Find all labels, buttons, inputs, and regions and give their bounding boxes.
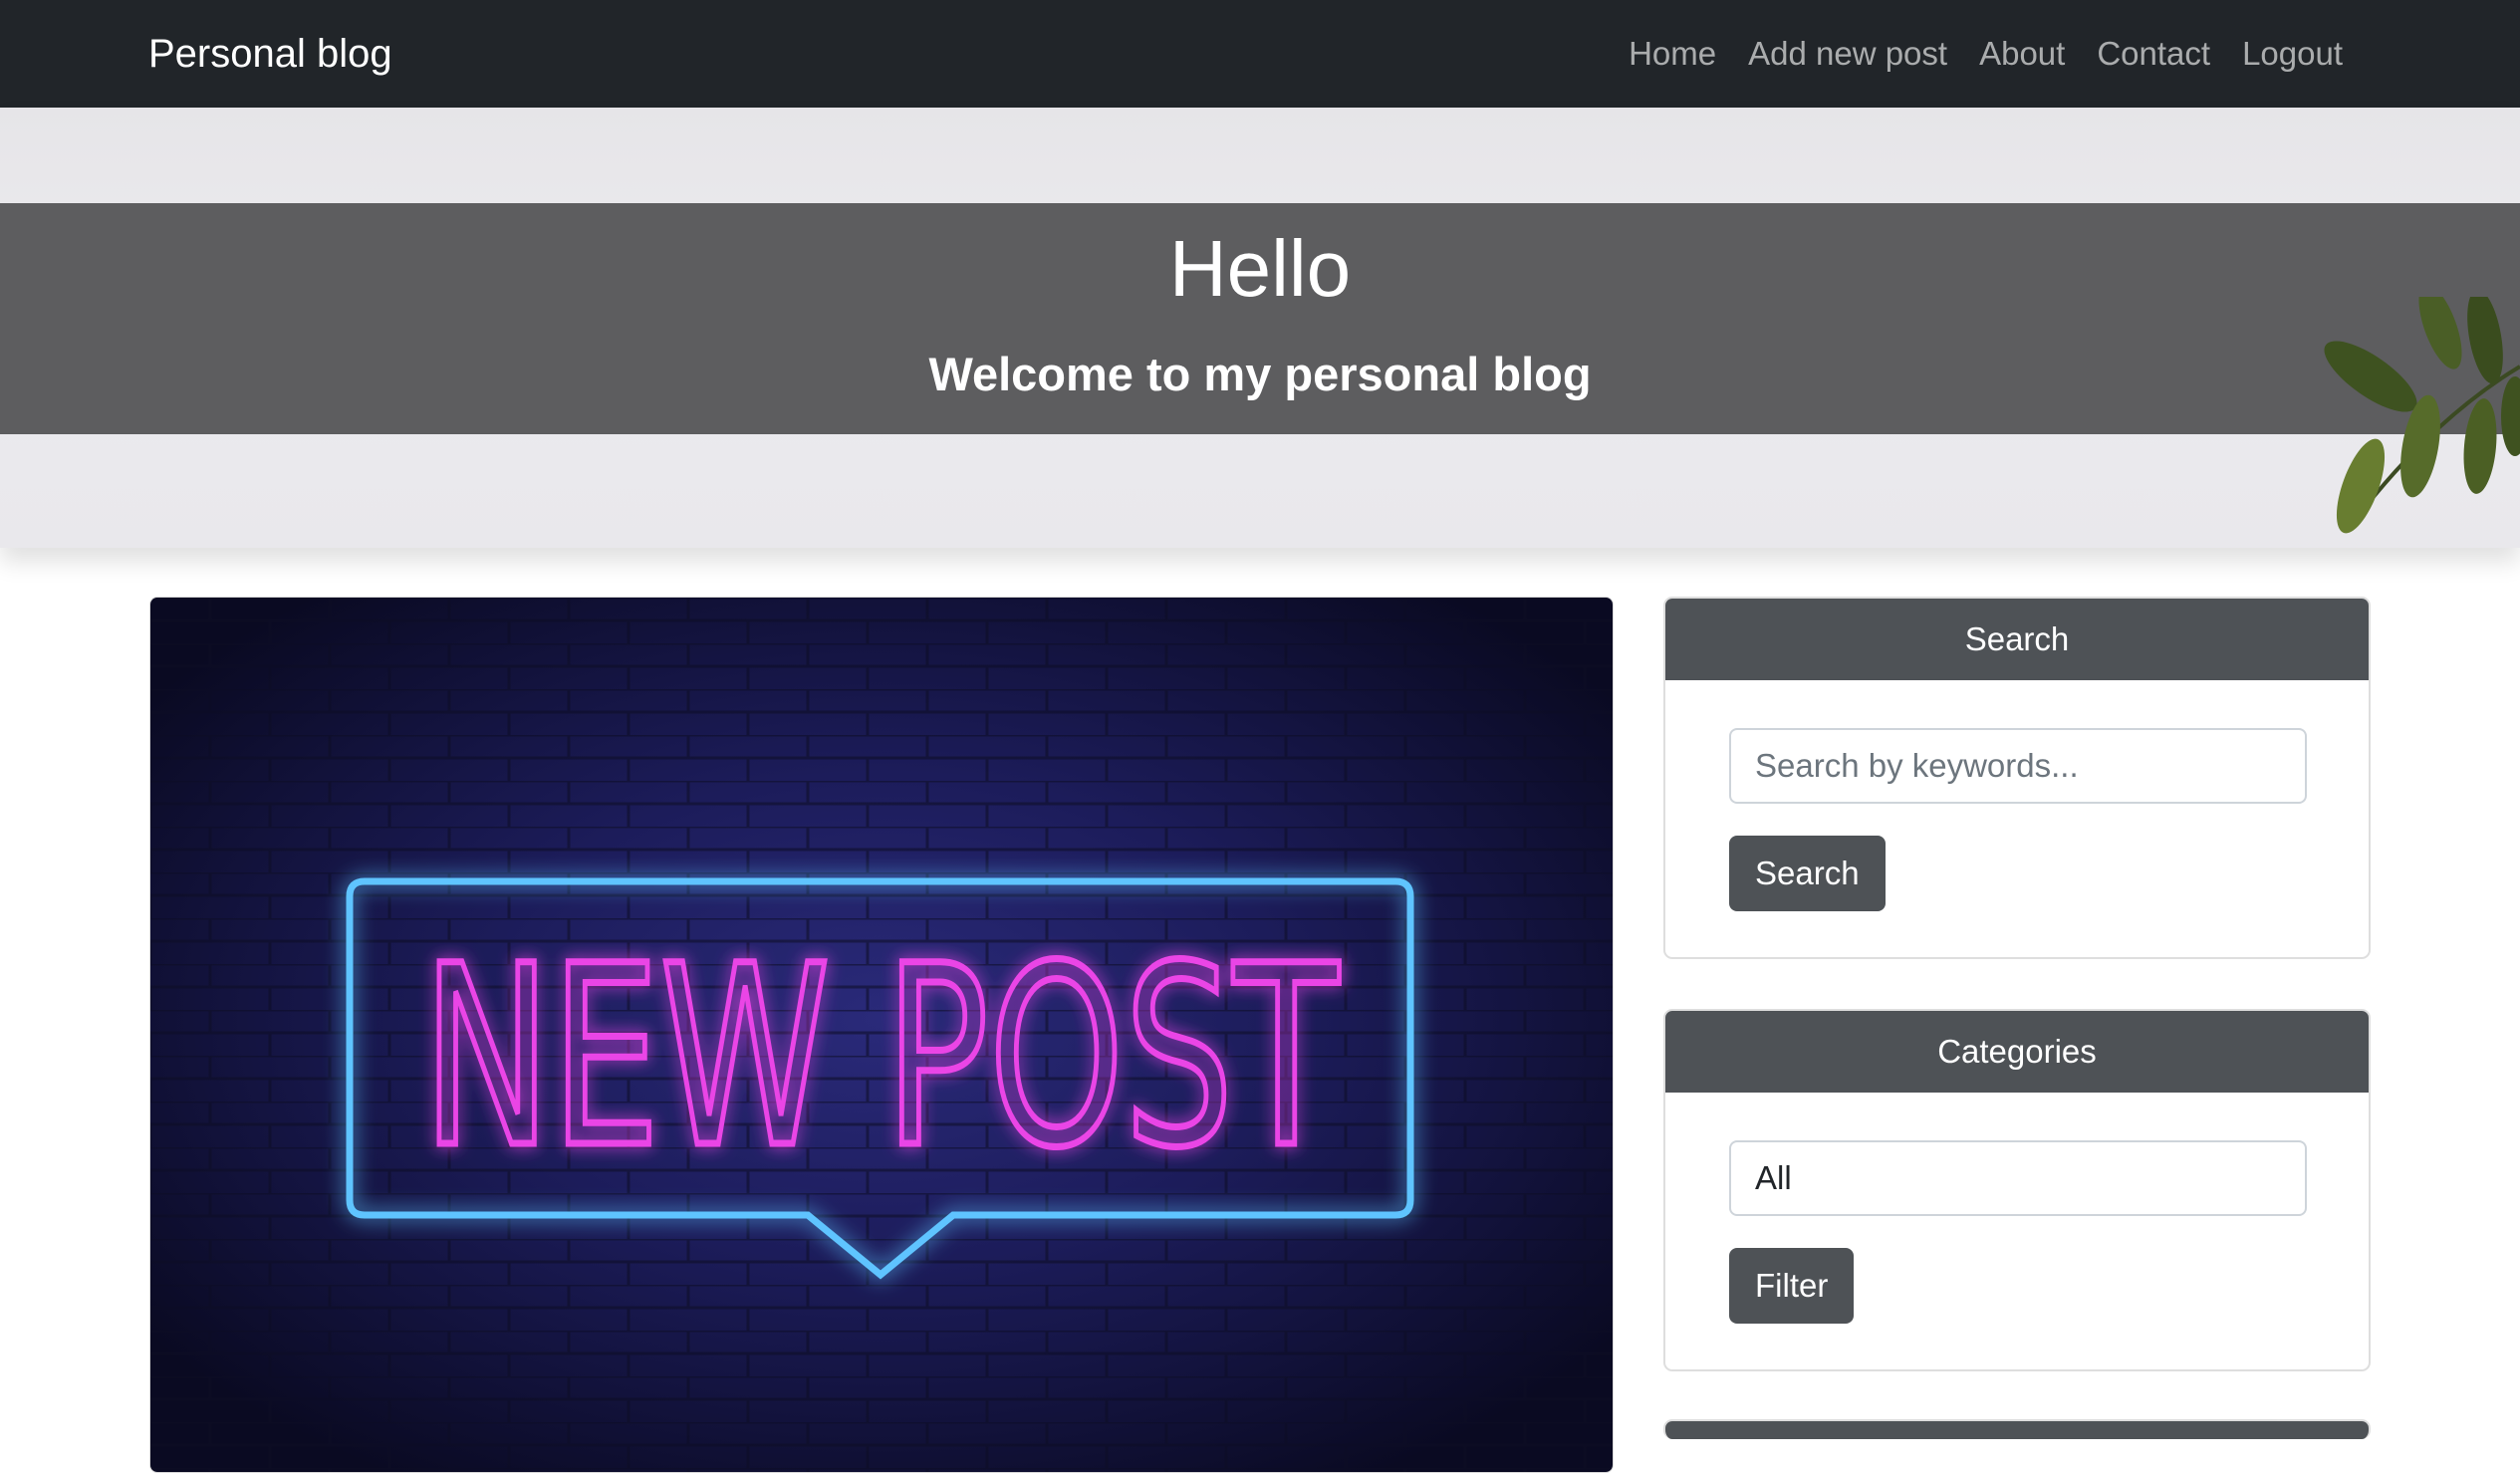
new-post-neon-image: NEW POST [150,598,1613,1472]
hero-banner: Hello Welcome to my personal blog [0,108,2520,548]
sidebar-widget-partial-header [1665,1421,2369,1439]
hero-subtitle: Welcome to my personal blog [928,348,1592,400]
nav-links: Home Add new post About Contact Logout [1613,0,2359,108]
brand-link[interactable]: Personal blog [148,0,392,108]
categories-widget-header: Categories [1665,1011,2369,1093]
nav-link-about[interactable]: About [1963,35,2081,73]
neon-text: NEW POST [422,912,1340,1202]
search-input[interactable] [1729,728,2307,804]
top-navbar: Personal blog Home Add new post About Co… [0,0,2520,108]
sidebar-widget-partial [1663,1419,2371,1439]
hero-title: Hello [1168,224,1352,313]
search-widget-header: Search [1665,599,2369,680]
nav-link-home[interactable]: Home [1613,35,1732,73]
leaf-decoration-icon [2324,297,2520,534]
filter-button[interactable]: Filter [1729,1248,1855,1324]
search-button[interactable]: Search [1729,836,1886,911]
categories-widget: Categories Filter [1663,1009,2371,1371]
nav-link-contact[interactable]: Contact [2081,35,2226,73]
category-select[interactable] [1729,1140,2307,1216]
post-image-card[interactable]: NEW POST [149,597,1614,1473]
search-widget: Search Search [1663,597,2371,959]
nav-link-add-new-post[interactable]: Add new post [1732,35,1963,73]
nav-link-logout[interactable]: Logout [2226,35,2359,73]
